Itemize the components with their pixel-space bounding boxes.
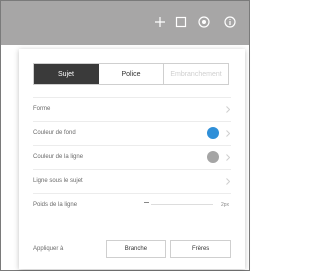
chevron-right-icon [225, 177, 231, 185]
info-icon[interactable] [223, 15, 237, 29]
color-wheel-icon[interactable] [197, 15, 211, 29]
row-label: Couleur de la ligne [33, 154, 84, 160]
window-frame: Sujet Police Embranchement Forme Couleur… [0, 0, 250, 271]
row-forme[interactable]: Forme [33, 97, 231, 120]
line-weight-slider[interactable] [151, 204, 213, 205]
slider-minus[interactable] [144, 202, 149, 203]
format-tabs: Sujet Police Embranchement [33, 63, 229, 85]
row-poids-ligne: Poids de la ligne 2px [33, 193, 231, 216]
freres-button[interactable]: Frères [170, 240, 231, 258]
apply-label: Appliquer à [33, 246, 64, 252]
plus-icon[interactable] [153, 15, 167, 29]
chevron-right-icon [225, 153, 231, 161]
chevron-right-icon [225, 105, 231, 113]
format-panel: Sujet Police Embranchement Forme Couleur… [19, 49, 245, 269]
row-label: Couleur de fond [33, 130, 76, 136]
row-couleur-ligne[interactable]: Couleur de la ligne [33, 145, 231, 168]
tab-police[interactable]: Police [99, 64, 164, 84]
row-label: Ligne sous le sujet [33, 178, 83, 184]
branche-button[interactable]: Branche [105, 240, 167, 258]
row-couleur-fond[interactable]: Couleur de fond [33, 121, 231, 144]
toolbar [1, 1, 249, 45]
chevron-right-icon [225, 129, 231, 137]
row-ligne-sous-sujet[interactable]: Ligne sous le sujet [33, 169, 231, 192]
row-label: Poids de la ligne [33, 202, 78, 208]
square-icon[interactable] [174, 15, 188, 29]
color-swatch[interactable] [207, 151, 219, 163]
row-label: Forme [33, 106, 51, 112]
tab-embranchement[interactable]: Embranchement [164, 64, 228, 84]
tab-sujet[interactable]: Sujet [34, 64, 99, 84]
slider-value: 2px [220, 202, 229, 208]
apply-to: Appliquer à Branche Frères [33, 239, 231, 259]
color-swatch[interactable] [207, 127, 219, 139]
